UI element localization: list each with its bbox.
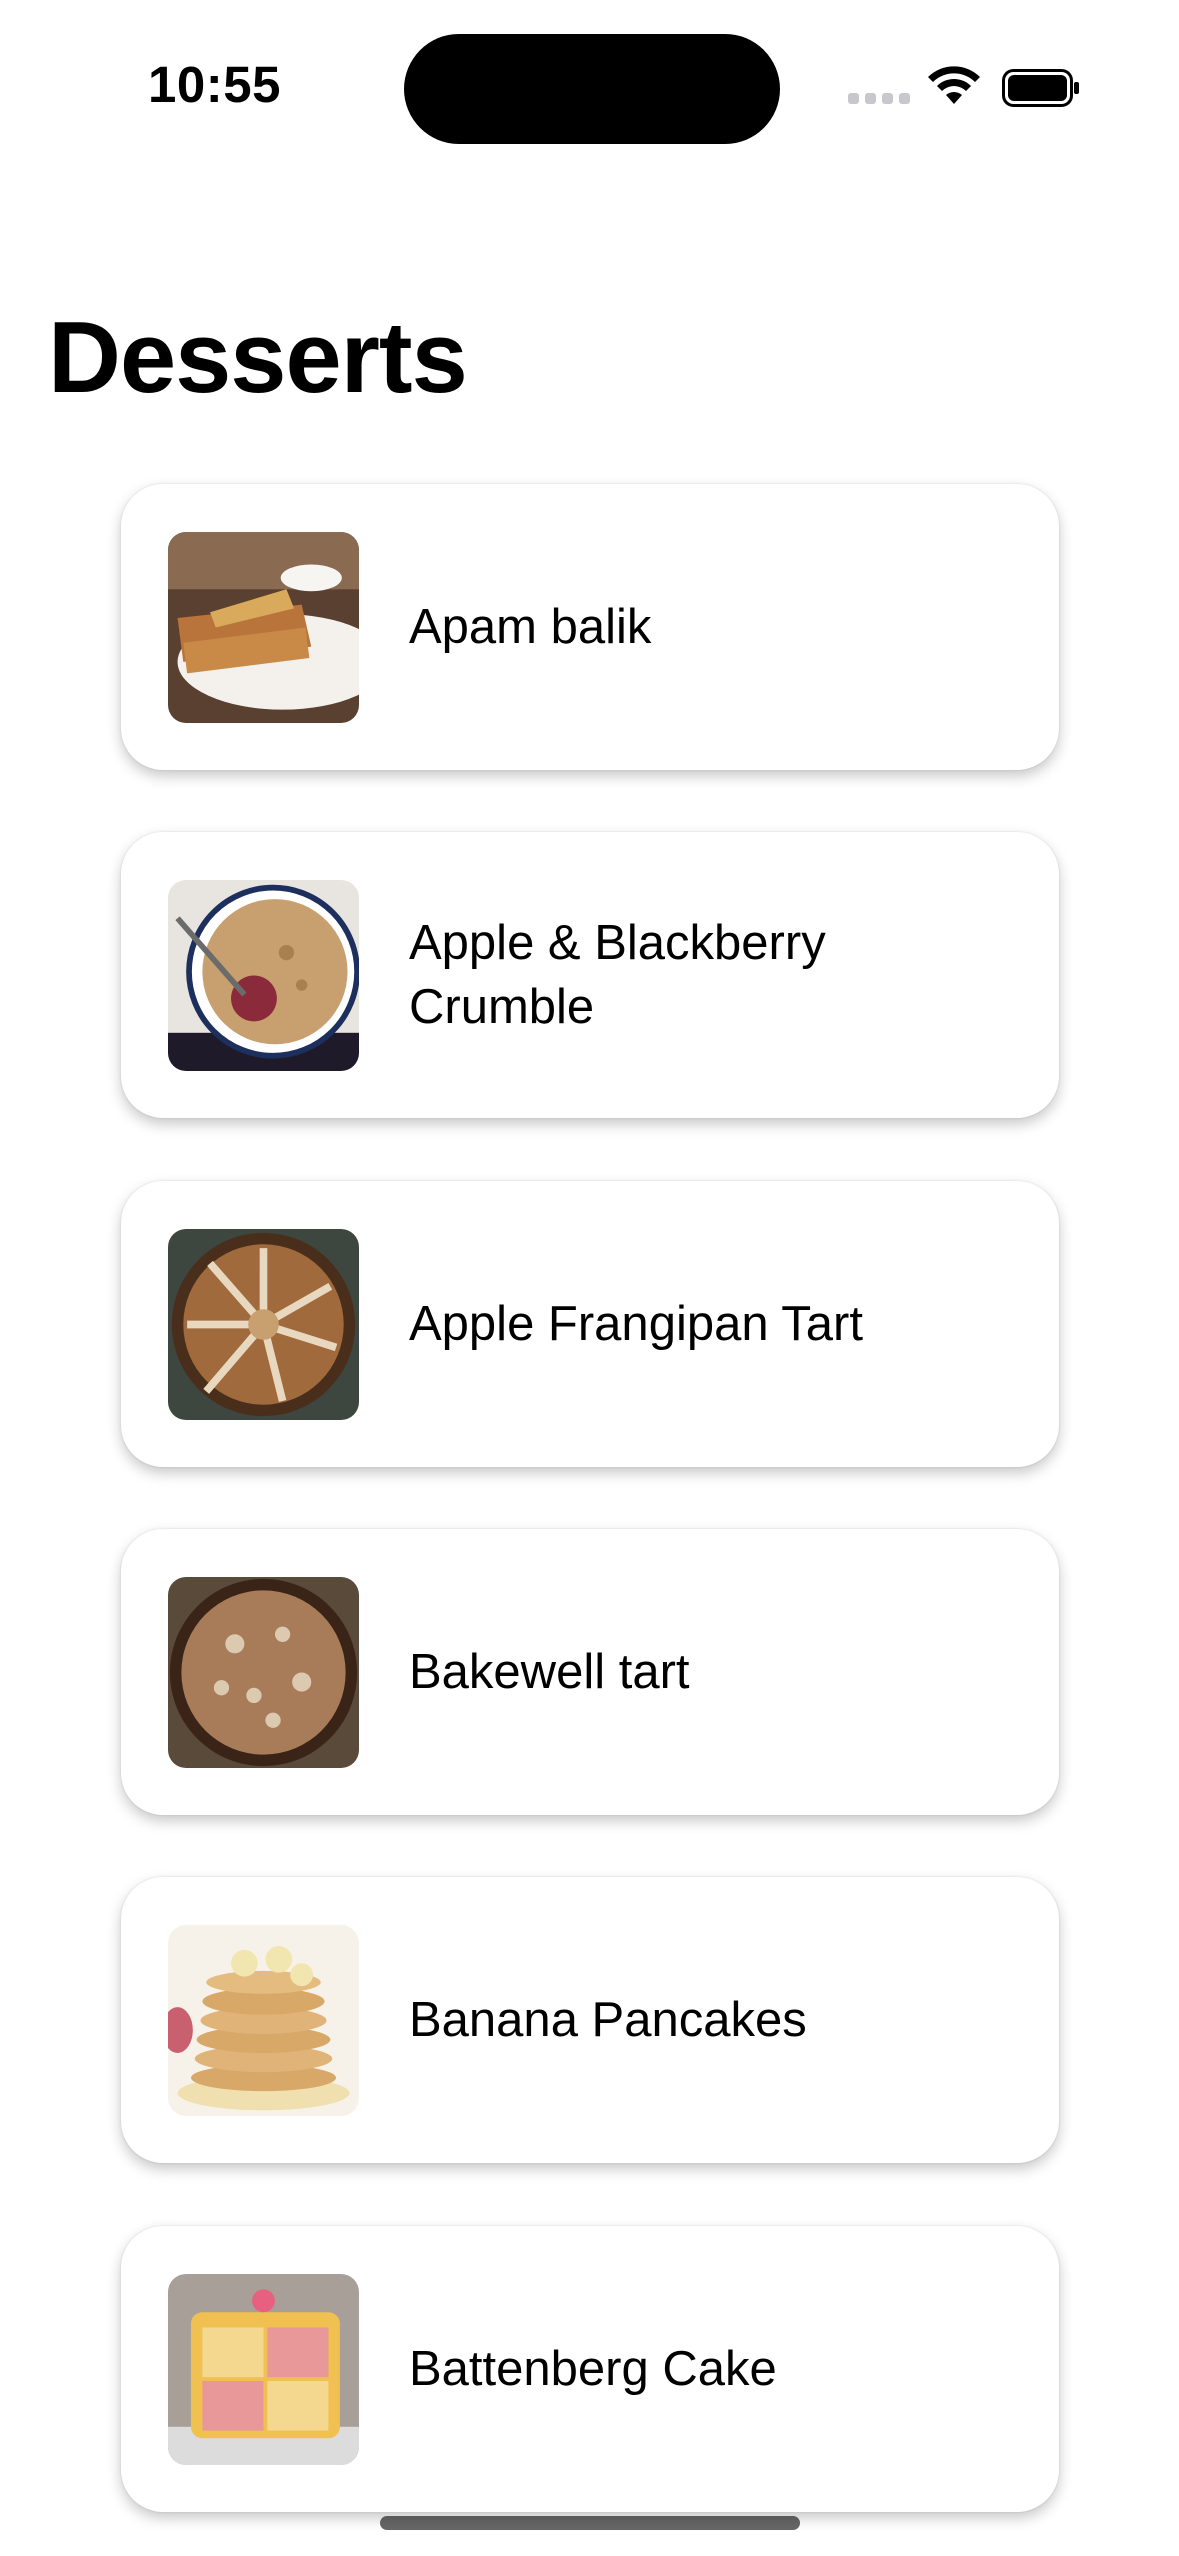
cellular-signal-icon [848, 93, 910, 104]
dessert-name: Battenberg Cake [409, 2342, 777, 2396]
list-item[interactable]: Apple & Blackberry Crumble [121, 832, 1059, 1118]
dessert-name: Bakewell tart [409, 1645, 690, 1699]
list-item[interactable]: Apam balik [121, 484, 1059, 770]
dessert-name: Apam balik [409, 600, 652, 654]
battenberg-cake-photo-icon [168, 2274, 359, 2465]
list-item[interactable]: Battenberg Cake [121, 2226, 1059, 2512]
list-item[interactable]: Banana Pancakes [121, 1877, 1059, 2163]
apam-balik-photo-icon [168, 532, 359, 723]
frangipan-tart-photo-icon [168, 1229, 359, 1420]
bakewell-tart-photo-icon [168, 1577, 359, 1768]
crumble-photo-icon [168, 880, 359, 1071]
dessert-name: Apple & Blackberry Crumble [409, 916, 826, 1034]
status-time: 10:55 [148, 56, 281, 113]
dynamic-island [404, 34, 780, 144]
page-title: Desserts [48, 302, 468, 414]
dessert-name: Banana Pancakes [409, 1993, 807, 2047]
dessert-name: Apple Frangipan Tart [409, 1297, 863, 1351]
home-indicator[interactable] [380, 2516, 800, 2530]
list-item[interactable]: Bakewell tart [121, 1529, 1059, 1815]
wifi-icon [928, 66, 980, 104]
list-item[interactable]: Apple Frangipan Tart [121, 1181, 1059, 1467]
battery-icon [1002, 69, 1079, 107]
banana-pancakes-photo-icon [168, 1925, 359, 2116]
